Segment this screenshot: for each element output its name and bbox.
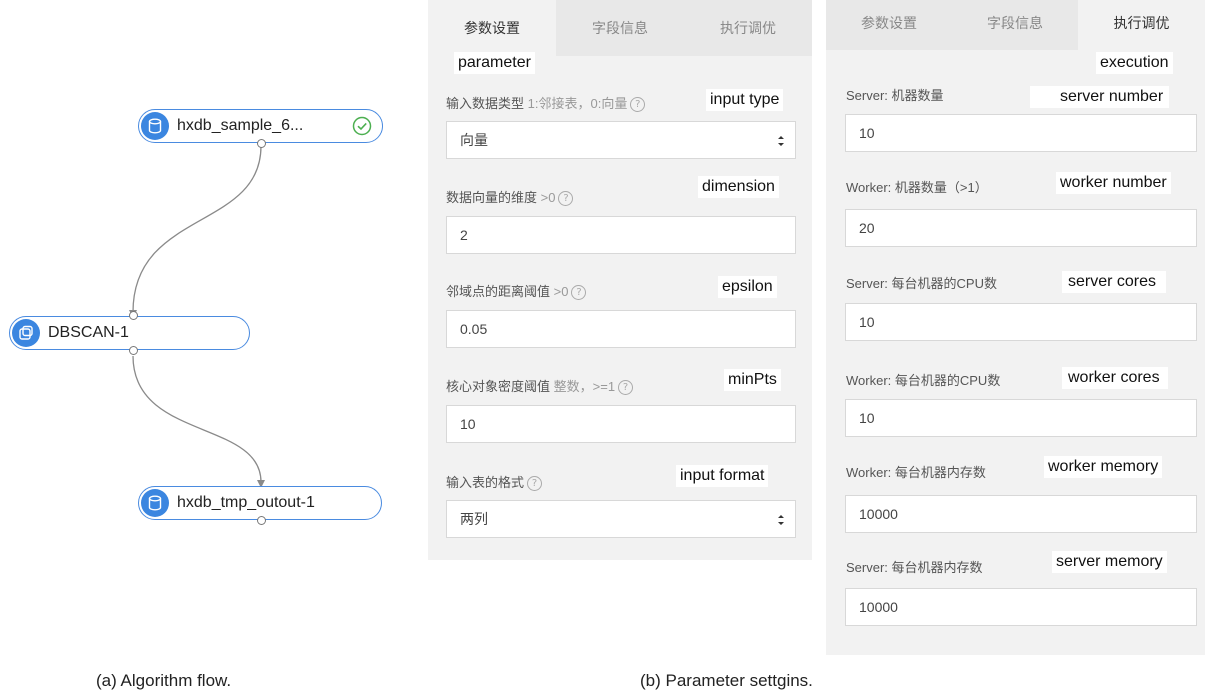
select-value: 向量: [460, 132, 488, 148]
flow-node-label: hxdb_sample_6...: [177, 117, 304, 134]
flow-connectors: [129, 145, 265, 488]
check-circle-icon: [352, 116, 372, 141]
field-label-server-memory: Server: 每台机器内存数: [846, 560, 983, 575]
annotation-input-format: input format: [676, 465, 769, 487]
field-label-server-number: Server: 机器数量: [846, 88, 944, 103]
dimension-input[interactable]: 2: [446, 216, 796, 254]
flow-node-output-table[interactable]: hxdb_tmp_outout-1: [138, 486, 382, 525]
output-port[interactable]: [257, 516, 266, 525]
output-port[interactable]: [129, 346, 138, 355]
epsilon-input[interactable]: 0.05: [446, 310, 796, 348]
input-type-select[interactable]: 向量: [446, 121, 796, 159]
execution-panel: 参数设置 字段信息 执行调优 execution Server: 机器数量 se…: [826, 0, 1205, 655]
field-label-input-format: 输入表的格式?: [446, 472, 543, 492]
tab-bar: 参数设置 字段信息 执行调优: [428, 0, 812, 56]
database-icon: [141, 112, 169, 140]
worker-memory-input[interactable]: 10000: [845, 495, 1197, 533]
field-label-minpts: 核心对象密度阈值 整数，>=1?: [446, 376, 634, 396]
database-icon: [141, 489, 169, 517]
help-icon[interactable]: ?: [630, 97, 646, 113]
help-icon[interactable]: ?: [558, 191, 574, 207]
annotation-epsilon: epsilon: [718, 276, 777, 298]
field-label-worker-memory: Worker: 每台机器内存数: [846, 465, 986, 480]
select-arrows-icon: [778, 136, 784, 146]
edge-dbscan-to-output: [132, 355, 262, 483]
annotation-server-number: server number: [1030, 86, 1170, 108]
caption-parameter-settings: (b) Parameter settgins.: [640, 671, 813, 690]
flow-node-dbscan[interactable]: DBSCAN-1: [9, 311, 250, 355]
select-arrows-icon: [778, 515, 784, 525]
field-label-worker-cores: Worker: 每台机器的CPU数: [846, 373, 1001, 388]
flow-node-input-table[interactable]: hxdb_sample_6...: [138, 109, 383, 148]
server-memory-input[interactable]: 10000: [845, 588, 1197, 626]
flow-node-label: DBSCAN-1: [48, 324, 129, 341]
annotation-server-memory: server memory: [1052, 551, 1167, 573]
field-label-worker-number: Worker: 机器数量（>1）: [846, 180, 988, 195]
tab-parameters[interactable]: 参数设置: [428, 0, 556, 56]
annotation-worker-cores: worker cores: [1062, 367, 1168, 389]
edge-sample-to-dbscan: [132, 145, 262, 313]
annotation-input-type: input type: [706, 89, 784, 111]
tab-bar: 参数设置 字段信息 执行调优: [826, 0, 1205, 50]
worker-number-input[interactable]: 20: [845, 209, 1197, 247]
minpts-input[interactable]: 10: [446, 405, 796, 443]
field-label-input-type: 输入数据类型 1:邻接表，0:向量?: [446, 93, 646, 113]
input-port[interactable]: [129, 311, 138, 320]
caption-algorithm-flow: (a) Algorithm flow.: [96, 671, 232, 690]
annotation-execution: execution: [1096, 52, 1173, 74]
flow-node-label: hxdb_tmp_outout-1: [177, 494, 315, 511]
annotation-dimension: dimension: [698, 176, 779, 198]
annotation-minpts: minPts: [724, 369, 781, 391]
input-format-select[interactable]: 两列: [446, 500, 796, 538]
server-cores-input[interactable]: 10: [845, 303, 1197, 341]
field-label-epsilon: 邻域点的距离阈值 >0?: [446, 281, 587, 301]
tab-execution[interactable]: 执行调优: [684, 0, 812, 56]
annotation-server-cores: server cores: [1062, 271, 1167, 293]
tab-fields[interactable]: 字段信息: [952, 0, 1078, 50]
annotation-parameter: parameter: [454, 52, 535, 74]
algorithm-icon: [12, 319, 40, 347]
server-number-input[interactable]: 10: [845, 114, 1197, 152]
tab-execution[interactable]: 执行调优: [1078, 0, 1205, 50]
output-port[interactable]: [257, 139, 266, 148]
help-icon[interactable]: ?: [527, 476, 543, 492]
field-label-dimension: 数据向量的维度 >0?: [446, 187, 574, 207]
annotation-worker-memory: worker memory: [1044, 456, 1163, 478]
select-value: 两列: [460, 511, 488, 527]
parameter-panel: 参数设置 字段信息 执行调优 parameter 输入数据类型 1:邻接表，0:…: [428, 0, 812, 560]
field-label-server-cores: Server: 每台机器的CPU数: [846, 276, 997, 291]
tab-parameters[interactable]: 参数设置: [826, 0, 952, 50]
worker-cores-input[interactable]: 10: [845, 399, 1197, 437]
annotation-worker-number: worker number: [1056, 172, 1171, 194]
help-icon[interactable]: ?: [571, 285, 587, 301]
tab-fields[interactable]: 字段信息: [556, 0, 684, 56]
help-icon[interactable]: ?: [618, 380, 634, 396]
